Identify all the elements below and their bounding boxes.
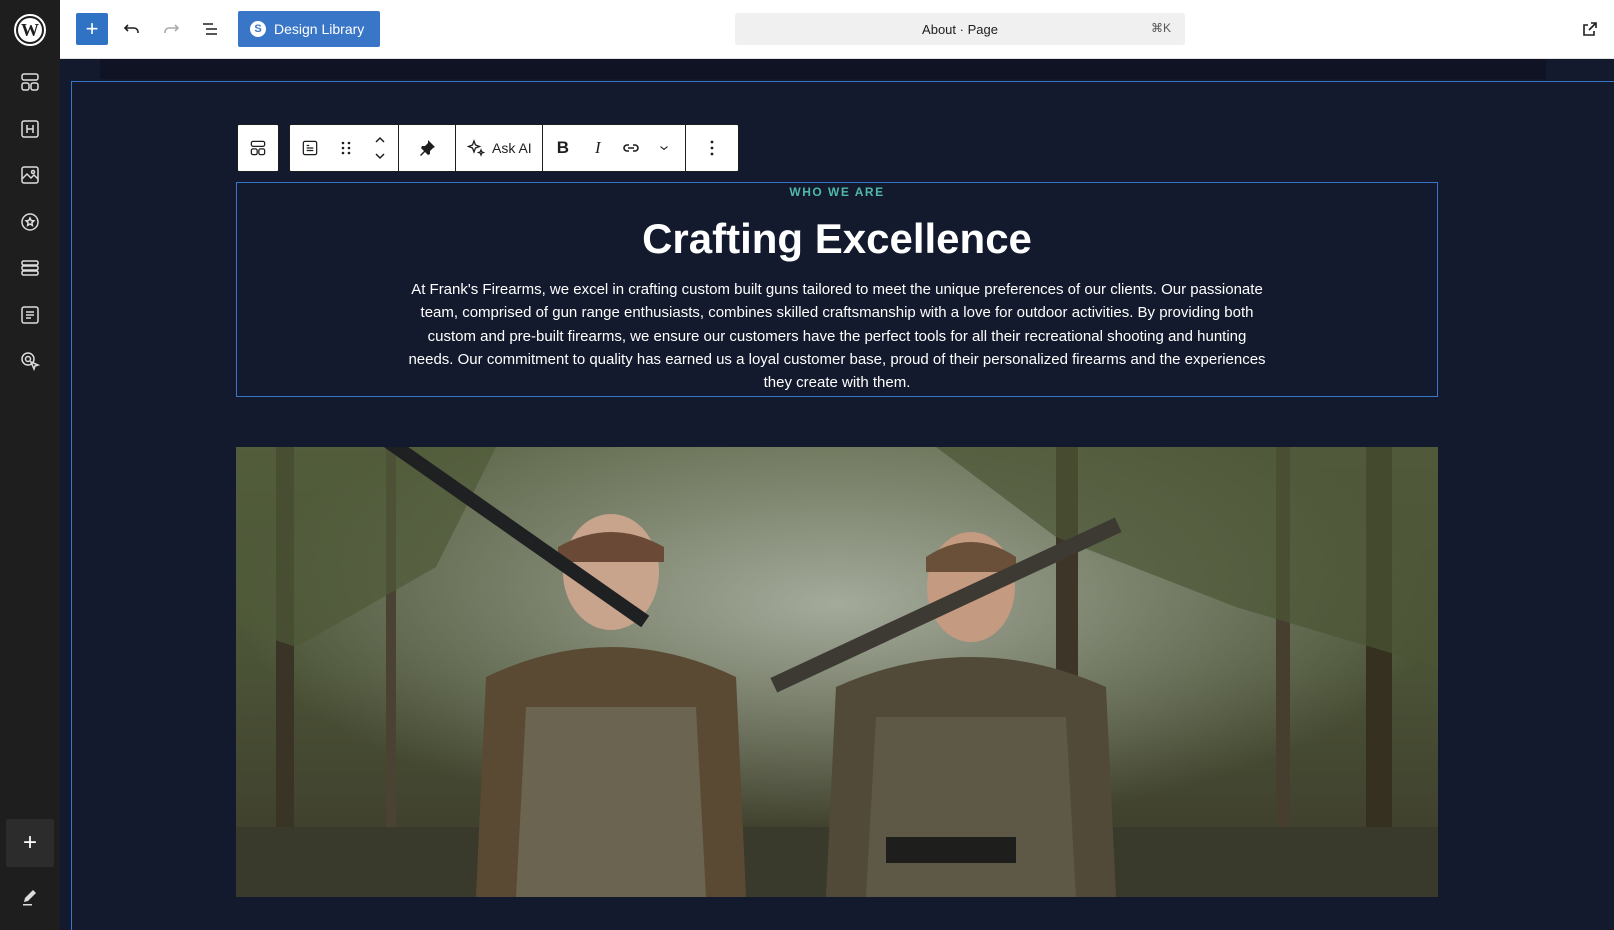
command-shortcut: ⌘K (1150, 21, 1171, 35)
editor-canvas: Ask AI B I WHO WE ARE Crafting Excellenc… (60, 59, 1614, 930)
style-pin-icon[interactable] (399, 124, 455, 172)
move-up-down-icon[interactable] (362, 124, 398, 172)
redo-icon[interactable] (155, 13, 187, 45)
document-overview-icon[interactable] (194, 13, 226, 45)
link-icon[interactable] (613, 124, 649, 172)
select-parent-icon[interactable] (238, 124, 278, 172)
canvas-header-strip (100, 59, 1546, 79)
bold-icon[interactable]: B (543, 124, 583, 172)
heading-block-icon[interactable] (10, 109, 50, 149)
command-palette-bar[interactable]: About · Page ⌘K (735, 13, 1185, 45)
form-block-icon[interactable] (10, 295, 50, 335)
block-toolbar: Ask AI B I (237, 124, 739, 172)
wordpress-logo-icon[interactable]: W (0, 0, 60, 59)
ask-ai-label: Ask AI (492, 140, 532, 156)
parent-selector-group (237, 124, 279, 172)
star-badge-icon[interactable] (10, 202, 50, 242)
image-block-icon[interactable] (10, 155, 50, 195)
editor-sidebar: W + (0, 0, 60, 930)
undo-icon[interactable] (116, 13, 148, 45)
section-heading[interactable]: Crafting Excellence (237, 215, 1437, 263)
cursor-click-icon[interactable] (10, 341, 50, 381)
patterns-icon[interactable] (10, 62, 50, 102)
about-text-group[interactable]: WHO WE ARE Crafting Excellence At Frank'… (236, 182, 1438, 397)
drag-handle-icon[interactable] (330, 124, 362, 172)
design-library-label: Design Library (274, 21, 365, 37)
ask-ai-button[interactable]: Ask AI (456, 124, 542, 172)
document-title: About · Page (922, 21, 998, 37)
section-paragraph[interactable]: At Frank's Firearms, we excel in craftin… (407, 278, 1267, 394)
view-page-external-icon[interactable] (1576, 15, 1604, 43)
sidebar-add-icon[interactable]: + (6, 819, 54, 867)
options-kebab-icon[interactable] (686, 124, 738, 172)
hunters-forest-image[interactable] (236, 447, 1438, 897)
svg-text:W: W (21, 20, 39, 40)
add-block-button[interactable]: + (76, 13, 108, 45)
editor-topbar: + S Design Library About · Page ⌘K (60, 0, 1614, 59)
stack-blocks-icon[interactable] (10, 248, 50, 288)
edit-pencil-icon[interactable] (10, 877, 50, 917)
italic-icon[interactable]: I (583, 124, 613, 172)
section-eyebrow[interactable]: WHO WE ARE (237, 185, 1437, 199)
design-library-logo-icon: S (250, 21, 266, 37)
block-controls-group: Ask AI B I (289, 124, 739, 172)
design-library-button[interactable]: S Design Library (238, 11, 380, 47)
block-type-icon[interactable] (290, 124, 330, 172)
more-formatting-chevron-icon[interactable] (649, 124, 685, 172)
